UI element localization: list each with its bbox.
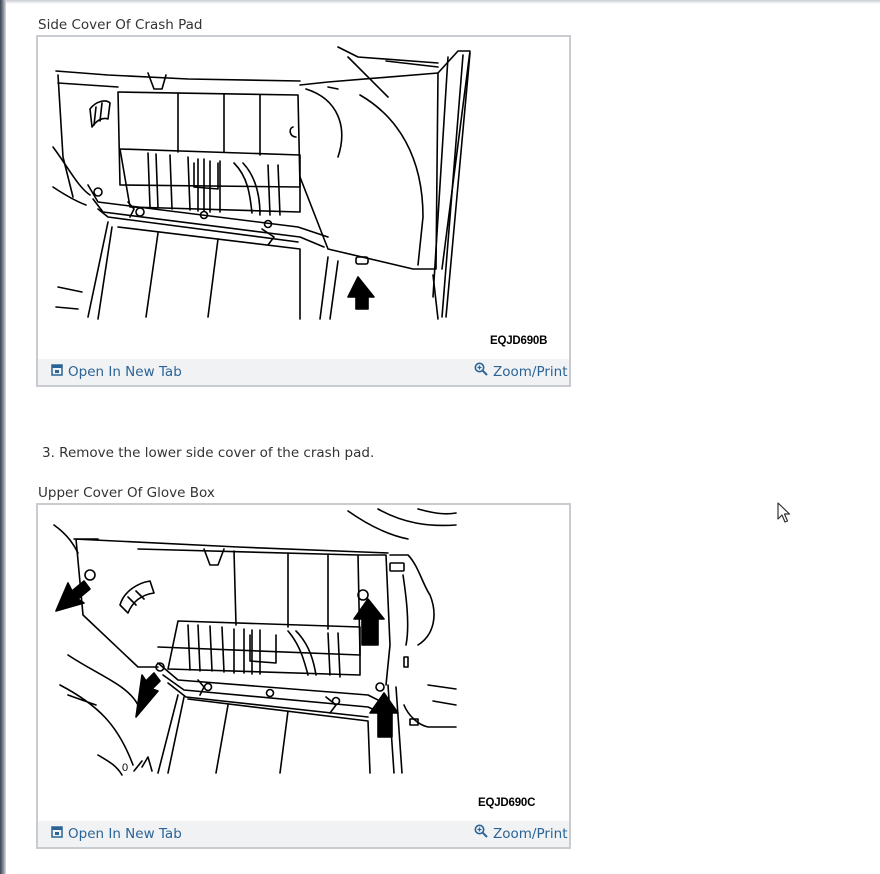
figure-glove-box-upper-cover: 0 EQJD690C Open In New Tab Zoom/Print — [36, 503, 571, 849]
figure-crash-pad-side-cover: EQJD690B Open In New Tab Zoom/Print — [36, 35, 571, 387]
open-in-new-tab-link[interactable]: Open In New Tab — [51, 359, 182, 385]
window-left-edge — [0, 0, 6, 874]
svg-text:0: 0 — [122, 762, 128, 774]
zoom-print-label: Zoom/Print — [493, 826, 568, 842]
open-in-new-tab-link[interactable]: Open In New Tab — [51, 821, 182, 847]
open-in-new-tab-icon — [51, 821, 63, 847]
window-top-edge — [6, 0, 880, 4]
magnifier-zoom-icon — [474, 821, 488, 847]
figure-toolbar: Open In New Tab Zoom/Print — [38, 821, 569, 847]
figure-toolbar: Open In New Tab Zoom/Print — [38, 359, 569, 385]
diagram-image: EQJD690B — [38, 37, 569, 359]
mouse-pointer-icon — [777, 502, 791, 528]
magnifier-zoom-icon — [474, 359, 488, 385]
figure-title: Upper Cover Of Glove Box — [38, 485, 215, 501]
zoom-print-link[interactable]: Zoom/Print — [474, 359, 568, 385]
image-code-label: EQJD690C — [478, 797, 536, 809]
zoom-print-link[interactable]: Zoom/Print — [474, 821, 568, 847]
open-in-new-tab-label: Open In New Tab — [68, 364, 182, 380]
image-code-label: EQJD690B — [490, 335, 548, 347]
open-in-new-tab-label: Open In New Tab — [68, 826, 182, 842]
zoom-print-label: Zoom/Print — [493, 364, 568, 380]
instruction-step: 3. Remove the lower side cover of the cr… — [42, 445, 375, 461]
figure-title: Side Cover Of Crash Pad — [38, 17, 203, 33]
open-in-new-tab-icon — [51, 359, 63, 385]
diagram-image: 0 EQJD690C — [38, 505, 569, 821]
